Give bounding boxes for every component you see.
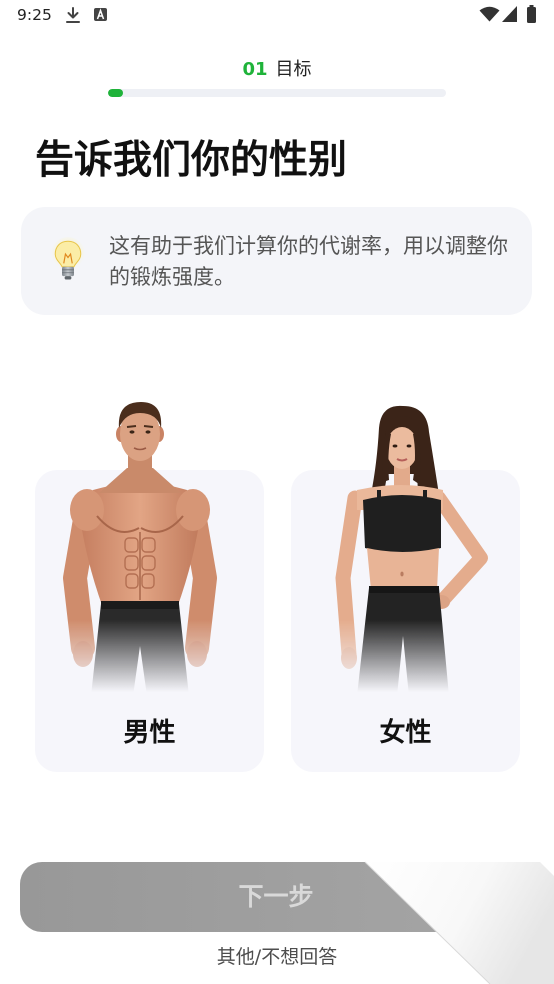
page-title: 告诉我们你的性别 (35, 138, 348, 183)
battery-icon (527, 5, 536, 23)
next-button-label: 下一步 (238, 882, 314, 911)
a-notification-icon (94, 8, 107, 21)
signal-icon (502, 6, 517, 22)
lightbulb-icon (51, 236, 85, 284)
option-card-male[interactable]: 男性 (35, 470, 264, 772)
skip-link[interactable]: 其他/不想回答 (0, 943, 554, 971)
info-text: 这有助于我们计算你的代谢率，用以调整你的锻炼强度。 (109, 234, 508, 289)
progress-step-number: 01 (242, 59, 268, 80)
wifi-icon (479, 6, 500, 22)
progress-label: 01 目标 (0, 58, 554, 82)
option-label-female: 女性 (379, 718, 432, 748)
progress-step-name: 目标 (275, 59, 312, 80)
status-bar: 9:25 (0, 0, 554, 30)
info-card: 这有助于我们计算你的代谢率，用以调整你的锻炼强度。 (21, 207, 532, 315)
option-label-male: 男性 (123, 718, 176, 748)
next-button[interactable]: 下一步 (20, 862, 532, 932)
download-icon (66, 7, 80, 23)
status-time: 9:25 (17, 6, 52, 24)
progress-fill (108, 89, 124, 97)
progress-bar (108, 89, 446, 97)
option-card-female[interactable]: 女性 (291, 470, 520, 772)
